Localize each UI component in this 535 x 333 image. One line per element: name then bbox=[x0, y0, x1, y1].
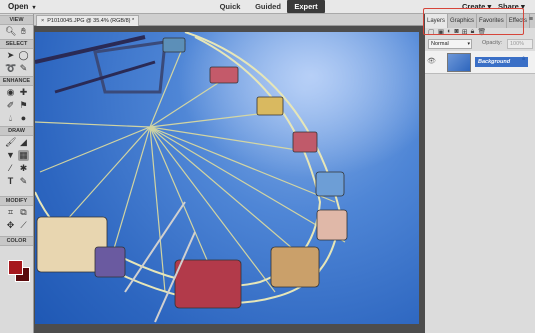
open-button[interactable]: Open ▾ bbox=[8, 2, 35, 11]
opacity-field[interactable]: 100% bbox=[507, 39, 533, 49]
mode-expert[interactable]: Expert bbox=[287, 0, 325, 13]
section-enhance: ENHANCE bbox=[0, 76, 33, 86]
layer-lock-icon[interactable]: 🔒︎ bbox=[522, 56, 525, 63]
pencil-tool-icon[interactable]: ✎ bbox=[18, 176, 29, 187]
marquee-tool-icon[interactable]: ◯ bbox=[18, 50, 29, 61]
panel-menu-icon[interactable]: ≡ bbox=[529, 16, 533, 23]
clone-stamp-icon[interactable]: ⚑ bbox=[18, 100, 29, 111]
annotation-highlight bbox=[423, 8, 524, 35]
section-view: VIEW bbox=[0, 15, 33, 25]
mode-quick[interactable]: Quick bbox=[211, 0, 249, 13]
document-tab-label: P1010045.JPG @ 35.4% (RGB/8) * bbox=[47, 18, 135, 24]
chevron-down-icon: ▾ bbox=[467, 41, 470, 47]
lasso-tool-icon[interactable]: ➰ bbox=[5, 63, 16, 74]
document-tab[interactable]: × P1010045.JPG @ 35.4% (RGB/8) * bbox=[36, 15, 140, 26]
recompose-tool-icon[interactable]: ⧉ bbox=[18, 207, 29, 218]
layer-thumbnail bbox=[447, 53, 471, 72]
layer-row-background[interactable]: 👁︎ Background 🔒︎ bbox=[425, 51, 535, 74]
blur-tool-icon[interactable]: 💧︎ bbox=[5, 113, 16, 124]
close-icon[interactable]: × bbox=[41, 18, 44, 24]
opacity-label: Opacity: bbox=[482, 40, 503, 46]
hand-tool-icon[interactable]: ✋︎ bbox=[18, 26, 29, 37]
section-draw: DRAW bbox=[0, 126, 33, 136]
blend-mode-select[interactable]: Normal ▾ bbox=[428, 39, 472, 49]
layers-panel: Layers Graphics Favorites Effects ≡ ▢ ▣ … bbox=[425, 14, 535, 333]
eye-tool-icon[interactable]: ◉ bbox=[5, 87, 16, 98]
section-select: SELECT bbox=[0, 39, 33, 49]
open-label: Open bbox=[8, 2, 29, 11]
shape-tool-icon[interactable]: ✱ bbox=[18, 163, 29, 174]
mode-switcher: Quick Guided Expert bbox=[211, 0, 325, 13]
document-tab-bar: × P1010045.JPG @ 35.4% (RGB/8) * bbox=[34, 14, 424, 26]
foreground-color-swatch[interactable] bbox=[8, 260, 23, 275]
section-modify: MODIFY bbox=[0, 196, 33, 206]
toolbox: VIEW 🔍︎ ✋︎ SELECT ➤ ◯ ➰ ✎ ENHANCE ◉ ✚ ✐ … bbox=[0, 14, 34, 333]
crop-tool-icon[interactable]: ⌗ bbox=[5, 207, 16, 218]
paint-bucket-icon[interactable]: ▼ bbox=[5, 150, 16, 161]
spot-healing-icon[interactable]: ✚ bbox=[18, 87, 29, 98]
straighten-tool-icon[interactable]: ⟋ bbox=[18, 220, 29, 231]
type-tool-icon[interactable]: T bbox=[5, 176, 16, 187]
mode-guided[interactable]: Guided bbox=[249, 0, 287, 13]
blend-mode-value: Normal bbox=[431, 41, 449, 47]
ferris-wheel-photo bbox=[35, 32, 419, 324]
eyedropper-icon[interactable]: ⁄ bbox=[5, 163, 16, 174]
sponge-tool-icon[interactable]: ● bbox=[18, 113, 29, 124]
gradient-tool-icon[interactable]: ▦ bbox=[18, 150, 29, 161]
quick-selection-icon[interactable]: ✎ bbox=[18, 63, 29, 74]
smart-brush-icon[interactable]: ✐ bbox=[5, 100, 16, 111]
eraser-tool-icon[interactable]: ◢ bbox=[18, 137, 29, 148]
brush-tool-icon[interactable]: 🖌︎ bbox=[5, 137, 16, 148]
layer-controls: Normal ▾ Opacity: 100% bbox=[425, 39, 535, 49]
image-canvas[interactable] bbox=[35, 32, 419, 324]
visibility-eye-icon[interactable]: 👁︎ bbox=[427, 57, 436, 65]
chevron-down-icon: ▾ bbox=[32, 5, 36, 11]
section-color: COLOR bbox=[0, 236, 33, 246]
zoom-tool-icon[interactable]: 🔍︎ bbox=[5, 26, 16, 37]
content-move-icon[interactable]: ✥ bbox=[5, 220, 16, 231]
move-tool-icon[interactable]: ➤ bbox=[5, 50, 16, 61]
layer-name: Background bbox=[475, 57, 528, 67]
